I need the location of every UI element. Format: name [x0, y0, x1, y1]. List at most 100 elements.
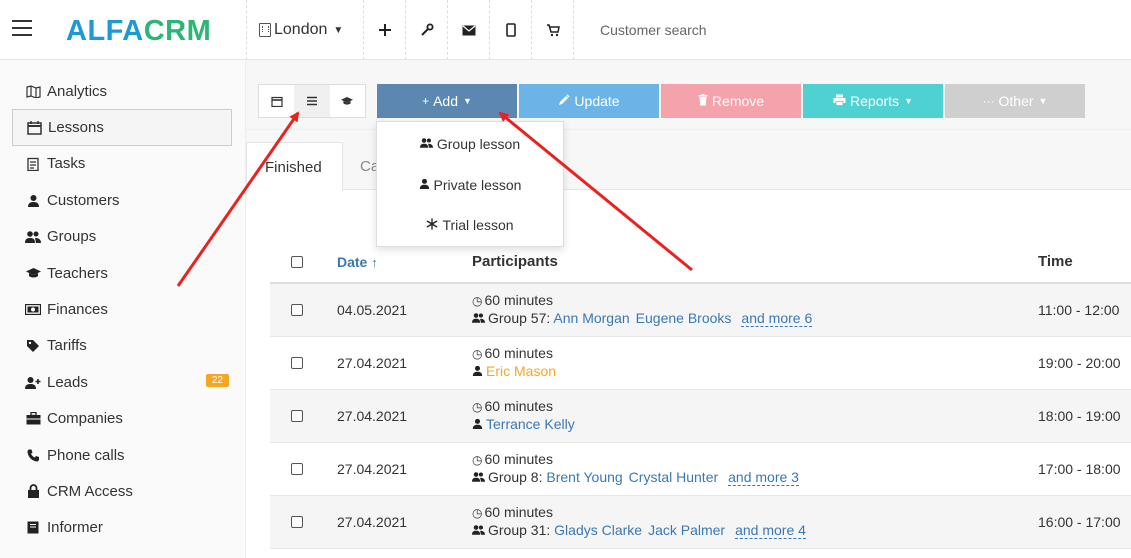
phone-icon	[25, 449, 41, 462]
show-more-link[interactable]: and more 6	[741, 309, 813, 327]
table-row[interactable]: 27.04.2021 ◷ 60 minutes Group 31: Gladys …	[270, 496, 1131, 549]
user-icon	[25, 194, 41, 207]
table-header: Date ↑ Participants Time	[270, 241, 1131, 284]
menu-item-private-lesson[interactable]: Private lesson	[377, 165, 563, 206]
add-button[interactable]: + Add ▼	[377, 84, 517, 118]
lesson-date: 27.04.2021	[337, 514, 408, 530]
participants-cell: ◷ 60 minutes Group 8: Brent Young Crystal …	[472, 451, 799, 488]
group-name: Group 57:	[488, 309, 551, 326]
branch-selector[interactable]: London ▼	[246, 0, 364, 60]
sidebar-item-label: Informer	[47, 519, 103, 537]
participant-link[interactable]: Brent Young	[546, 469, 622, 485]
customer-search-input[interactable]	[582, 0, 882, 60]
caret-down-icon: ▼	[463, 96, 472, 106]
users-icon	[419, 137, 433, 151]
other-button[interactable]: ··· Other ▼	[945, 84, 1085, 118]
lesson-time: 19:00 - 20:00	[1038, 355, 1121, 371]
lesson-time: 17:00 - 18:00	[1038, 461, 1121, 477]
date-column-header[interactable]: Date ↑	[337, 254, 378, 270]
participant-link[interactable]: Eric Mason	[486, 363, 556, 379]
row-checkbox[interactable]	[291, 357, 303, 369]
participants-cell: ◷ 60 minutes Terrance Kelly	[472, 398, 581, 435]
participant-link[interactable]: Eugene Brooks	[636, 310, 732, 326]
update-button[interactable]: Update	[519, 84, 659, 118]
row-checkbox[interactable]	[291, 410, 303, 422]
sidebar-item-label: Tariffs	[47, 337, 87, 355]
add-icon[interactable]	[364, 0, 406, 60]
sidebar-item-customers[interactable]: Customers	[0, 182, 245, 218]
table-row[interactable]: 04.05.2021 ◷ 60 minutes Group 57: Ann Mor…	[270, 284, 1131, 337]
caret-down-icon: ▼	[1038, 96, 1048, 106]
building-icon	[259, 23, 271, 37]
book-icon	[25, 521, 41, 534]
select-all-checkbox[interactable]	[291, 255, 303, 268]
sidebar-item-lessons[interactable]: Lessons	[12, 109, 232, 146]
menu-item-group-lesson[interactable]: Group lesson	[377, 124, 563, 165]
calendar-view-button[interactable]	[259, 85, 294, 117]
row-checkbox[interactable]	[291, 516, 303, 528]
caret-down-icon: ▼	[333, 24, 344, 36]
participant-link[interactable]: Terrance Kelly	[486, 416, 575, 432]
print-icon	[833, 94, 846, 109]
lesson-duration: 60 minutes	[484, 291, 553, 308]
participant-link[interactable]: Gladys Clarke	[554, 522, 642, 538]
lesson-duration: 60 minutes	[484, 503, 553, 520]
wrench-icon[interactable]	[406, 0, 448, 60]
sidebar-item-label: Companies	[47, 410, 123, 428]
sidebar-item-analytics[interactable]: Analytics	[0, 73, 245, 109]
sidebar-item-label: Groups	[47, 228, 97, 246]
sidebar-item-companies[interactable]: Companies	[0, 401, 245, 437]
sidebar-item-phone-calls[interactable]: Phone calls	[0, 437, 245, 473]
table-row[interactable]: 27.04.2021 ◷ 60 minutes Eric Mason 19:00 …	[270, 337, 1131, 390]
users-icon	[472, 471, 485, 485]
sidebar-item-label: Teachers	[47, 264, 108, 282]
sidebar-item-groups[interactable]: Groups	[0, 219, 245, 255]
trash-icon	[698, 93, 708, 109]
participants-column-header: Participants	[472, 253, 558, 270]
participant-link[interactable]: Ann Morgan	[553, 310, 629, 326]
row-checkbox[interactable]	[291, 463, 303, 475]
participant-link[interactable]: Crystal Hunter	[629, 469, 718, 485]
table-row[interactable]: 27.04.2021 ◷ 60 minutes Terrance Kelly 18…	[270, 390, 1131, 443]
table-row[interactable]: 27.04.2021 ◷ 60 minutes Group 8: Brent Yo…	[270, 443, 1131, 496]
tab-finished[interactable]: Finished	[246, 142, 343, 191]
sidebar-item-crm-access[interactable]: CRM Access	[0, 473, 245, 509]
lesson-time: 16:00 - 17:00	[1038, 514, 1121, 530]
cart-icon[interactable]	[532, 0, 574, 60]
teacher-view-button[interactable]	[330, 85, 365, 117]
sidebar: Analytics Lessons Tasks Customers Groups…	[0, 60, 246, 558]
sidebar-item-teachers[interactable]: Teachers	[0, 255, 245, 291]
show-more-link[interactable]: and more 4	[735, 521, 806, 539]
sidebar-item-tariffs[interactable]: Tariffs	[0, 328, 245, 364]
sidebar-item-leads[interactable]: Leads 22	[0, 364, 245, 400]
participant-link[interactable]: Jack Palmer	[648, 522, 725, 538]
lock-icon	[25, 484, 41, 499]
show-more-link[interactable]: and more 3	[728, 468, 799, 486]
view-switcher	[258, 84, 366, 118]
menu-item-trial-lesson[interactable]: Trial lesson	[377, 205, 563, 246]
menu-icon[interactable]	[12, 20, 32, 36]
actions-toolbar: + Add ▼ Update Remove Reports ▼ ··· Othe…	[246, 60, 1131, 130]
graduation-cap-icon	[25, 267, 41, 279]
sidebar-item-label: Tasks	[47, 155, 86, 173]
reports-button[interactable]: Reports ▼	[803, 84, 943, 118]
pencil-icon	[558, 93, 570, 109]
remove-button[interactable]: Remove	[661, 84, 801, 118]
lesson-date: 04.05.2021	[337, 302, 408, 318]
sidebar-item-label: Lessons	[48, 119, 104, 137]
briefcase-icon	[25, 412, 41, 425]
sidebar-item-finances[interactable]: Finances	[0, 291, 245, 327]
sidebar-item-tasks[interactable]: Tasks	[0, 146, 245, 182]
mail-icon[interactable]	[448, 0, 490, 60]
lesson-duration: 60 minutes	[484, 450, 553, 467]
clock-icon: ◷	[472, 399, 483, 414]
branch-name: London	[274, 21, 328, 38]
list-view-button[interactable]	[294, 85, 330, 117]
mobile-icon[interactable]	[490, 0, 532, 60]
sidebar-item-informer[interactable]: Informer	[0, 510, 245, 546]
top-bar: ALFACRM London ▼	[0, 0, 1131, 60]
row-checkbox[interactable]	[291, 304, 303, 316]
sidebar-item-label: Customers	[47, 191, 120, 209]
logo[interactable]: ALFACRM	[66, 15, 211, 48]
caret-down-icon: ▼	[904, 96, 913, 106]
